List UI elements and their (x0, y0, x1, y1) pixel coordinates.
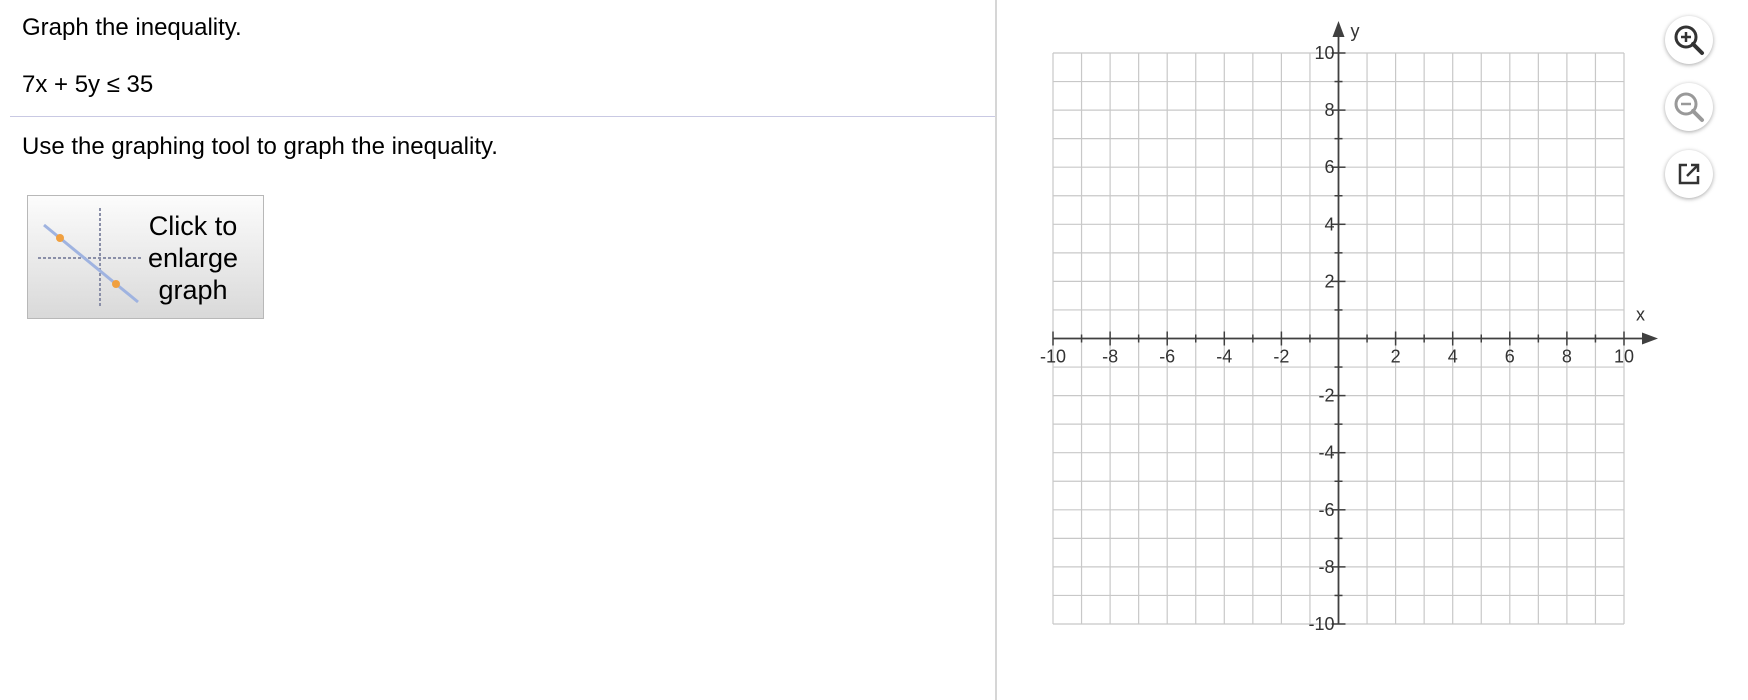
x-tick-label: -6 (1159, 347, 1175, 367)
y-tick-label: -8 (1318, 557, 1334, 577)
zoom-in-button[interactable] (1665, 16, 1713, 64)
x-tick-label: -10 (1040, 347, 1066, 367)
instruction-text: Graph the inequality. (22, 14, 242, 41)
enlarge-graph-button[interactable]: Click to enlarge graph (27, 195, 264, 319)
x-tick-label: -2 (1273, 347, 1289, 367)
y-tick-label: -4 (1318, 443, 1334, 463)
x-axis-arrow (1642, 332, 1658, 345)
inequality-text: 7x + 5y ≤ 35 (22, 71, 154, 98)
x-tick-label: 6 (1505, 347, 1515, 367)
graph-thumbnail-icon (38, 208, 143, 308)
coordinate-graph[interactable]: -10 -8 -6 -4 -2 2 4 6 8 10 10 8 6 4 2 -2 -4 -6 -8 -10 x y (1020, 10, 1660, 650)
vertical-divider (995, 0, 997, 700)
x-tick-label: 10 (1614, 347, 1634, 367)
x-tick-label: -8 (1102, 347, 1118, 367)
question-panel: Graph the inequality. 7x + 5y ≤ 35 Use t… (0, 0, 995, 694)
y-tick-label: -10 (1308, 614, 1334, 634)
horizontal-divider (10, 116, 995, 117)
y-axis-label: y (1351, 21, 1360, 41)
y-tick-label: 2 (1324, 271, 1334, 291)
x-tick-label: -4 (1216, 347, 1232, 367)
enlarge-graph-label: Click to enlarge graph (147, 211, 239, 305)
y-tick-label: 10 (1314, 43, 1334, 63)
y-tick-label: 8 (1324, 100, 1334, 120)
popout-icon (1678, 163, 1700, 185)
x-tick-label: 4 (1448, 347, 1458, 367)
x-axis-label: x (1636, 305, 1645, 325)
y-axis-arrow (1332, 21, 1345, 37)
zoom-in-icon (1674, 25, 1704, 55)
prompt-text: Use the graphing tool to graph the inequ… (22, 133, 498, 160)
y-tick-label: -2 (1318, 386, 1334, 406)
y-tick-label: -6 (1318, 500, 1334, 520)
y-tick-label: 4 (1324, 214, 1334, 234)
zoom-out-button[interactable] (1665, 83, 1713, 131)
y-tick-label: 6 (1324, 157, 1334, 177)
popout-button[interactable] (1665, 150, 1713, 198)
zoom-out-icon (1674, 92, 1704, 122)
x-tick-label: 2 (1391, 347, 1401, 367)
x-tick-label: 8 (1562, 347, 1572, 367)
